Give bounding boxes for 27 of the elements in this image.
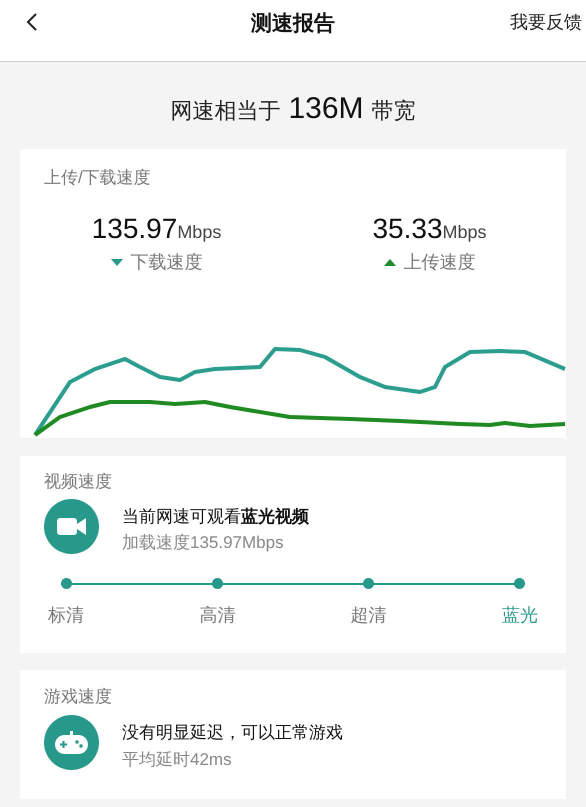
video-camera-icon: [44, 499, 99, 554]
speed-value: 35.33: [372, 213, 443, 245]
card-title: 视频速度: [44, 471, 112, 493]
quality-level[interactable]: 高清: [199, 602, 236, 629]
speed-label: 下载速度: [130, 251, 202, 274]
gamepad-icon: [44, 715, 99, 770]
speed-value: 135.97: [92, 213, 178, 245]
summary-label: 带宽: [372, 97, 416, 125]
page-title: 测速报告: [251, 11, 335, 37]
speed-label: 上传速度: [404, 251, 476, 274]
speed-unit: Mbps: [177, 221, 222, 244]
load-speed-text: 加载速度135.97Mbps: [122, 532, 284, 554]
quality-level[interactable]: 标清: [48, 602, 84, 629]
latency-text: 平均延时42ms: [122, 749, 232, 771]
video-quality-text: 当前网速可观看蓝光视频: [122, 506, 309, 528]
quality-level[interactable]: 超清: [350, 602, 387, 629]
summary-label: 网速相当于: [170, 97, 280, 125]
feedback-link[interactable]: 我要反馈: [510, 9, 582, 36]
card-title: 上传/下载速度: [44, 167, 151, 189]
up-triangle-icon: [384, 259, 396, 266]
bandwidth-value: 136M: [288, 91, 364, 127]
down-triangle-icon: [110, 259, 122, 266]
game-status-text: 没有明显延迟，可以正常游戏: [122, 722, 343, 744]
back-icon[interactable]: [26, 12, 38, 32]
card-title: 游戏速度: [44, 686, 112, 708]
speed-unit: Mbps: [442, 221, 487, 244]
quality-level[interactable]: 蓝光: [502, 602, 538, 629]
